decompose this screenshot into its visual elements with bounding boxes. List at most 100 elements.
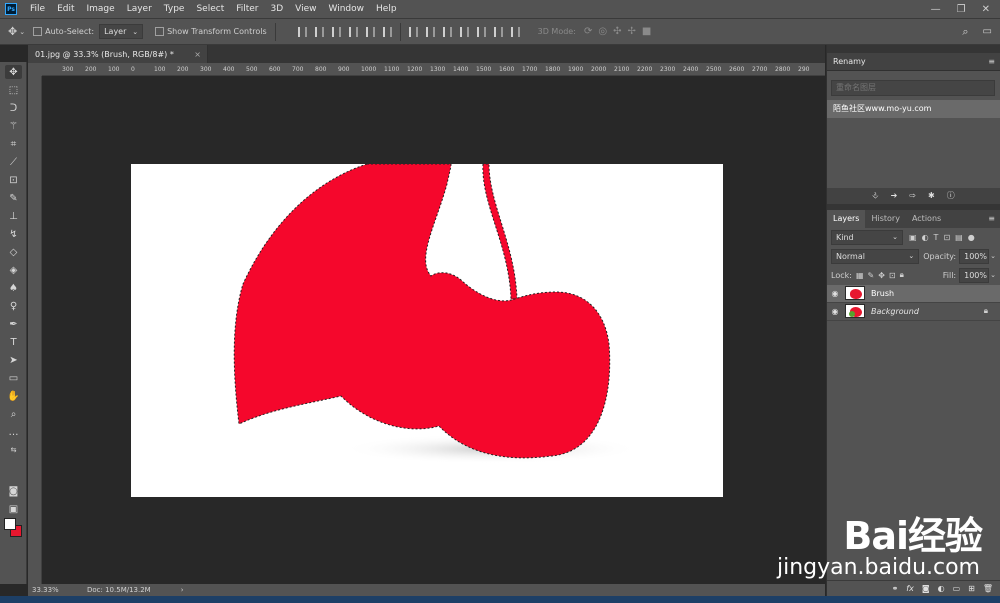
menu-window[interactable]: Window [323,4,371,14]
filter-pixel-icon[interactable]: ▣ [909,233,917,242]
align-bottom-icon[interactable] [331,26,341,37]
blur-tool-icon[interactable]: ♠ [5,281,22,295]
settings-icon[interactable]: ✱ [928,191,935,200]
new-layer-icon[interactable]: ⊞ [968,584,975,593]
auto-select-checkbox[interactable] [33,27,43,36]
eraser-tool-icon[interactable]: ◇ [5,245,22,259]
restore-icon[interactable]: ❐ [957,4,966,15]
search-icon[interactable]: ⌕ [962,25,968,39]
arrow-right-outline-icon[interactable]: ⇨ [909,191,916,200]
filter-adjustment-icon[interactable]: ◐ [922,233,929,242]
visibility-eye-icon[interactable]: ◉ [827,289,843,298]
path-select-icon[interactable]: ➤ [5,353,22,367]
fill-field[interactable]: 100% [959,267,990,283]
lock-artboard-icon[interactable]: ⊡ [889,271,896,280]
crop-tool-icon[interactable]: ⌗ [5,137,22,151]
chevron-down-icon[interactable]: ⌄ [990,271,996,279]
distribute-bottom-icon[interactable] [442,26,452,37]
menu-image[interactable]: Image [81,4,121,14]
workspace-icon[interactable]: ▭ [983,26,992,37]
tab-layers[interactable]: Layers [827,209,866,228]
magic-wand-icon[interactable]: ⚚ [5,119,22,133]
filter-toggle-icon[interactable]: ● [968,233,975,242]
panel-menu-icon[interactable]: ≡ [988,57,995,66]
arrow-right-icon[interactable]: ➔ [891,191,898,200]
move-tool-icon[interactable]: ✥ [5,65,22,79]
menu-help[interactable]: Help [370,4,403,14]
filter-smart-object-icon[interactable]: ▤ [955,233,963,242]
chevron-down-icon[interactable]: ⌄ [19,28,25,36]
filter-type-icon[interactable]: T [934,233,939,242]
rename-layer-input[interactable] [831,79,995,96]
rectangle-tool-icon[interactable]: ▭ [5,371,22,385]
align-right-icon[interactable] [382,26,392,37]
marquee-tool-icon[interactable]: ⬚ [5,83,22,97]
blend-mode-dropdown[interactable]: Normal ⌄ [831,248,920,264]
lock-pixels-icon[interactable]: ✎ [868,271,875,280]
type-tool-icon[interactable]: T [5,335,22,349]
3d-camera-icon[interactable]: ■ [642,26,651,37]
hand-tool-icon[interactable]: ✋ [5,389,22,403]
zoom-tool-icon[interactable]: ⌕ [5,407,22,421]
dodge-tool-icon[interactable]: ♀ [5,299,22,313]
auto-align-icon[interactable] [510,26,520,37]
filter-shape-icon[interactable]: ⊡ [943,233,950,242]
add-mask-icon[interactable]: ◙ [922,584,930,593]
visibility-eye-icon[interactable]: ◉ [827,307,843,316]
align-left-icon[interactable] [348,26,358,37]
align-top-icon[interactable] [297,26,307,37]
align-hcenter-icon[interactable] [365,26,375,37]
menu-3d[interactable]: 3D [265,4,290,14]
swap-colors-icon[interactable]: ⇆ [5,445,22,455]
stamp-tool-icon[interactable]: ⊥ [5,209,22,223]
pen-tool-icon[interactable]: ✒ [5,317,22,331]
renamy-rename-icon[interactable]: ⎀ [872,191,878,201]
minimize-icon[interactable]: — [931,4,941,15]
brush-tool-icon[interactable]: ✎ [5,191,22,205]
chevron-down-icon[interactable]: ⌄ [990,252,996,260]
tab-history[interactable]: History [865,210,905,228]
lock-transparent-icon[interactable]: ▦ [856,271,864,280]
3d-roll-icon[interactable]: ◎ [598,26,607,37]
distribute-vcenter-icon[interactable] [425,26,435,37]
frame-tool-icon[interactable]: ⊡ [5,173,22,187]
document-canvas[interactable] [131,164,723,497]
history-brush-icon[interactable]: ↯ [5,227,22,241]
delete-layer-icon[interactable]: 🗑︎ [983,584,993,593]
distribute-hcenter-icon[interactable] [476,26,486,37]
more-tools-icon[interactable]: … [5,425,22,439]
transform-controls-checkbox[interactable] [155,27,165,36]
close-icon[interactable]: ✕ [982,4,990,15]
layer-name[interactable]: Brush [871,289,894,298]
opacity-field[interactable]: 100% [959,248,990,264]
adjustment-layer-icon[interactable]: ◐ [938,584,945,593]
lock-position-icon[interactable]: ✥ [878,271,885,280]
new-group-icon[interactable]: ▭ [953,584,961,593]
renamy-list-item[interactable]: 陌鱼社区www.mo-yu.com [827,99,1000,118]
tab-actions[interactable]: Actions [906,210,947,228]
paint-bucket-icon[interactable]: ◈ [5,263,22,277]
zoom-level[interactable]: 33.33% [32,586,87,594]
distribute-top-icon[interactable] [408,26,418,37]
menu-layer[interactable]: Layer [121,4,158,14]
eyedropper-icon[interactable]: ⟋ [5,155,22,169]
menu-view[interactable]: View [289,4,322,14]
layer-style-button[interactable]: fx [906,584,914,593]
move-tool-icon[interactable]: ✥ [8,25,17,38]
menu-select[interactable]: Select [190,4,230,14]
screen-mode-icon[interactable]: ▣ [5,502,22,516]
menu-filter[interactable]: Filter [230,4,264,14]
layer-row-background[interactable]: ◉ Background 🔒︎ [827,303,1000,321]
3d-pan-icon[interactable]: ✣ [613,26,621,37]
layer-name[interactable]: Background [871,307,919,316]
link-layers-icon[interactable]: ⚭ [892,584,899,593]
align-vcenter-icon[interactable] [314,26,324,37]
distribute-left-icon[interactable] [459,26,469,37]
3d-slide-icon[interactable]: ✢ [627,26,635,37]
3d-orbit-icon[interactable]: ⟳ [584,26,592,37]
layer-row-brush[interactable]: ◉ Brush [827,284,1000,303]
kind-filter-dropdown[interactable]: Kind ⌄ [831,229,903,245]
foreground-color-swatch[interactable] [4,518,16,530]
auto-select-dropdown[interactable]: Layer ⌄ [99,24,144,39]
distribute-right-icon[interactable] [493,26,503,37]
